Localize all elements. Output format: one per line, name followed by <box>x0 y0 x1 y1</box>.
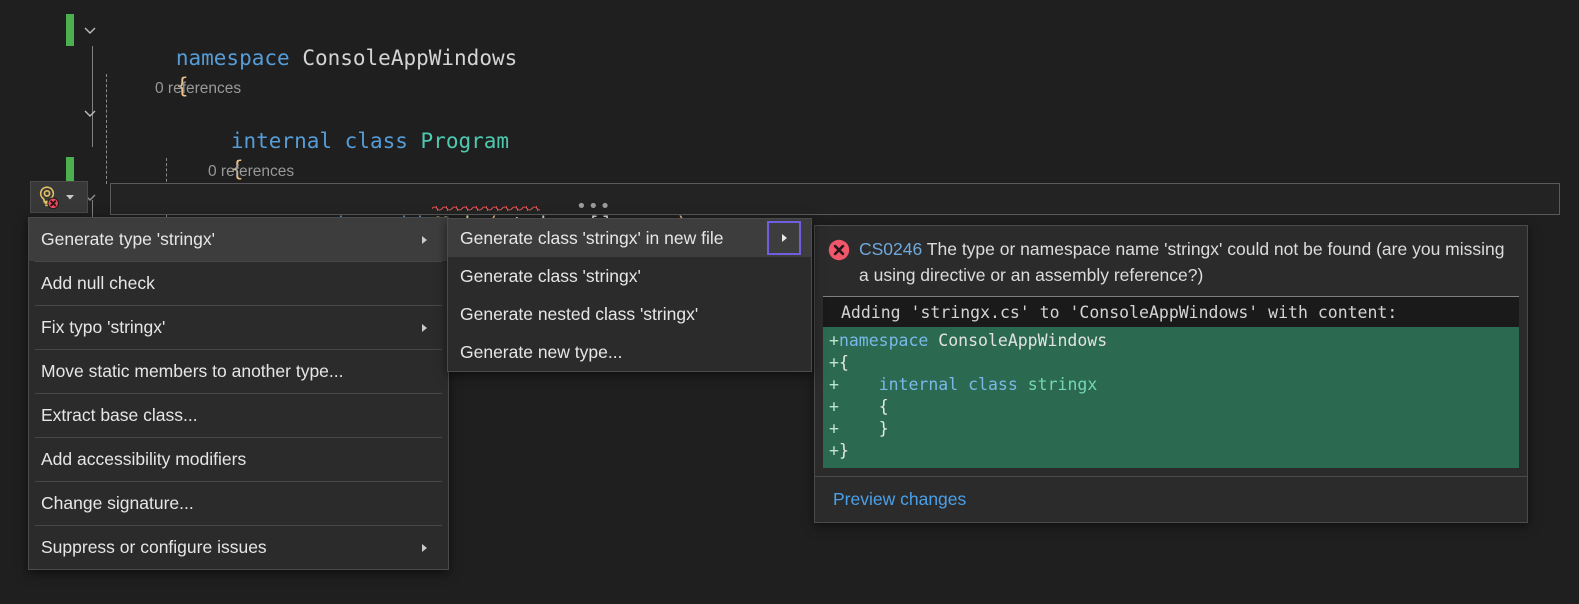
menu-item-label: Change signature... <box>41 493 440 514</box>
diff-line: + { <box>823 396 1519 418</box>
menu-item-label: Generate new type... <box>460 342 803 363</box>
diff-token: } <box>839 441 849 460</box>
submenu-expand-button[interactable] <box>767 221 801 255</box>
diff-marker: + <box>829 331 839 350</box>
diff-marker: + <box>829 375 839 394</box>
chevron-down-icon[interactable] <box>63 190 77 204</box>
codelens-references-method[interactable]: 0 references <box>208 161 294 183</box>
diff-token <box>1018 375 1028 394</box>
menu-item[interactable]: Generate nested class 'stringx' <box>448 295 811 333</box>
lightbulb-error-icon <box>35 184 61 210</box>
menu-item[interactable]: Fix typo 'stringx' <box>29 306 448 349</box>
menu-item[interactable]: Extract base class... <box>29 394 448 437</box>
diff-header-text: Adding 'stringx.cs' to 'ConsoleAppWindow… <box>823 299 1519 327</box>
diagnostic-row: CS0246 The type or namespace name 'strin… <box>815 226 1527 296</box>
chevron-down-icon[interactable] <box>82 22 98 38</box>
chevron-right-icon[interactable] <box>416 232 432 248</box>
diff-line: + internal class stringx <box>823 374 1519 396</box>
menu-item-label: Move static members to another type... <box>41 361 440 382</box>
chevron-right-icon[interactable] <box>416 320 432 336</box>
preview-changes-link[interactable]: Preview changes <box>833 489 966 509</box>
codelens-references-class[interactable]: 0 references <box>155 78 241 100</box>
token-keyword-namespace: namespace <box>176 46 290 70</box>
token-identifier-namespace-name: ConsoleAppWindows <box>302 46 517 70</box>
diff-token: ConsoleAppWindows <box>938 331 1107 350</box>
quick-actions-submenu[interactable]: Generate class 'stringx' in new file Gene… <box>447 218 812 372</box>
diff-marker: + <box>829 419 839 438</box>
diff-line: +namespace ConsoleAppWindows <box>823 330 1519 352</box>
diff-token: stringx <box>1028 375 1098 394</box>
diff-token: { <box>879 397 889 416</box>
menu-item[interactable]: Generate class 'stringx' <box>448 257 811 295</box>
diff-token: namespace <box>839 331 928 350</box>
menu-item[interactable]: Move static members to another type... <box>29 350 448 393</box>
menu-item[interactable]: Add null check <box>29 262 448 305</box>
quick-actions-lightbulb-button[interactable] <box>30 181 88 213</box>
code-line-namespace[interactable]: namespace ConsoleAppWindows <box>100 16 517 44</box>
menu-item[interactable]: Suppress or configure issues <box>29 526 448 569</box>
structure-guide-line <box>92 46 93 147</box>
diff-preview: Adding 'stringx.cs' to 'ConsoleAppWindow… <box>823 296 1519 468</box>
diff-token: internal <box>879 375 958 394</box>
error-squiggle-underline <box>432 206 540 211</box>
quick-action-preview-panel: CS0246 The type or namespace name 'strin… <box>814 225 1528 523</box>
diagnostic-text: CS0246 The type or namespace name 'strin… <box>859 236 1515 288</box>
menu-item-label: Add null check <box>41 273 440 294</box>
code-line-open-brace[interactable]: { <box>100 44 189 72</box>
menu-item[interactable]: Add accessibility modifiers <box>29 438 448 481</box>
diff-token: { <box>839 353 849 372</box>
menu-item-label: Fix typo 'stringx' <box>41 317 416 338</box>
chevron-down-icon[interactable] <box>82 105 98 121</box>
code-line-class-open-brace[interactable]: { <box>155 127 244 155</box>
token-type-program: Program <box>421 129 510 153</box>
menu-item[interactable]: Change signature... <box>29 482 448 525</box>
change-bar-indicator <box>66 14 74 46</box>
menu-item-label: Suppress or configure issues <box>41 537 416 558</box>
diff-indent <box>839 419 879 438</box>
menu-item-label: Generate nested class 'stringx' <box>460 304 803 325</box>
token-keyword-class: class <box>345 129 408 153</box>
diff-token <box>928 331 938 350</box>
diff-marker: + <box>829 397 839 416</box>
diff-indent <box>839 375 879 394</box>
diff-token: class <box>968 375 1018 394</box>
diagnostic-code: CS0246 <box>859 239 922 259</box>
menu-item[interactable]: Generate new type... <box>448 333 811 371</box>
preview-footer: Preview changes <box>815 476 1527 522</box>
diagnostic-message: The type or namespace name 'stringx' cou… <box>859 239 1505 285</box>
menu-item-label: Generate class 'stringx' in new file <box>460 228 767 249</box>
menu-item-label: Extract base class... <box>41 405 440 426</box>
diff-added-lines: +namespace ConsoleAppWindows+{+ internal… <box>823 327 1519 468</box>
diff-marker: + <box>829 441 839 460</box>
menu-item-label: Generate type 'stringx' <box>41 229 416 250</box>
visual-studio-editor-screen: namespace ConsoleAppWindows { 0 referenc… <box>0 0 1579 604</box>
menu-item-label: Generate class 'stringx' <box>460 266 803 287</box>
chevron-right-icon[interactable] <box>416 540 432 556</box>
diff-line: +} <box>823 440 1519 462</box>
diff-line: +{ <box>823 352 1519 374</box>
diff-token <box>958 375 968 394</box>
diff-token: } <box>879 419 889 438</box>
diff-indent <box>839 397 879 416</box>
quick-actions-menu[interactable]: Generate type 'stringx' Add null check Fix… <box>28 217 449 570</box>
token-keyword-internal: internal <box>231 129 332 153</box>
code-line-class-declaration[interactable]: internal class Program <box>155 99 509 127</box>
menu-item[interactable]: Generate class 'stringx' in new file <box>448 219 811 257</box>
diff-marker: + <box>829 353 839 372</box>
error-icon <box>827 238 851 262</box>
menu-item-label: Add accessibility modifiers <box>41 449 440 470</box>
diff-line: + } <box>823 418 1519 440</box>
menu-item[interactable]: Generate type 'stringx' <box>29 218 448 261</box>
inline-ellipsis-marker[interactable]: ••• <box>576 196 612 217</box>
